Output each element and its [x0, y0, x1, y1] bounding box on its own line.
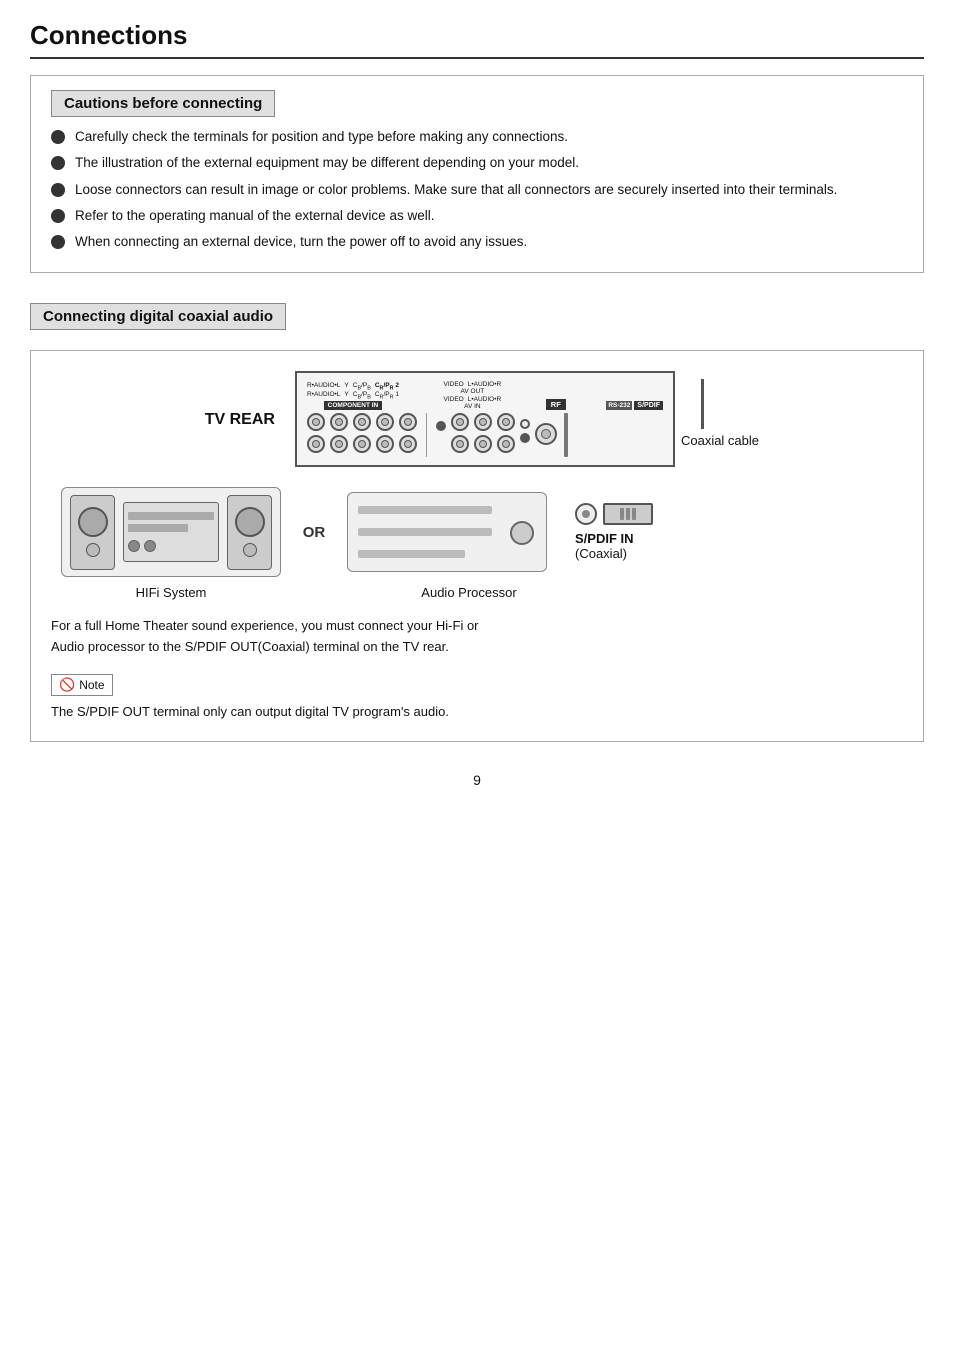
processor-bar-3 — [358, 550, 465, 558]
speaker-tweeter — [243, 543, 257, 557]
coaxial-side: Coaxial cable — [681, 371, 759, 448]
small-dot-port — [436, 421, 446, 431]
page-title: Connections — [30, 20, 924, 59]
spdif-in-label: S/PDIF IN — [575, 531, 634, 546]
bullet-icon — [51, 183, 65, 197]
note-box: 🚫 Note The S/PDIF OUT terminal only can … — [51, 674, 903, 722]
caution-item-4: Refer to the operating manual of the ext… — [51, 206, 903, 226]
spdif-block-connector — [603, 503, 653, 525]
audio-processor — [347, 492, 547, 572]
rs232-label: RS-232 — [606, 401, 632, 410]
cautions-header: Cautions before connecting — [51, 90, 275, 117]
spdif-pin-2 — [626, 508, 630, 520]
processor-bar-2 — [358, 528, 492, 536]
bullet-icon — [51, 235, 65, 249]
amp-unit — [123, 502, 219, 562]
tv-rear-panel: R•AUDIO•LYCB/PBCR/PR 2 R•AUDIO•LYCB/PBCR… — [295, 371, 675, 467]
coaxial-cable-label: Coaxial cable — [681, 433, 759, 448]
coaxial-wire — [701, 379, 704, 429]
rf-port — [535, 423, 557, 445]
hifi-system — [61, 487, 281, 577]
spdif-pin-3 — [632, 508, 636, 520]
bullet-icon — [51, 156, 65, 170]
av-ports — [451, 413, 515, 453]
audio-processor-label: Audio Processor — [369, 585, 569, 600]
indicator-area — [520, 419, 530, 443]
spdif-inner — [582, 510, 590, 518]
right-speaker — [227, 495, 272, 570]
rf-label: RF — [546, 399, 566, 410]
page-number: 9 — [30, 772, 924, 788]
processor-bar-1 — [358, 506, 492, 514]
devices-row: OR — [51, 487, 903, 577]
cautions-section: Cautions before connecting Carefully che… — [30, 75, 924, 273]
tv-rear-area: TV REAR R•AUDIO•LYCB/PBCR/PR 2 R•AUDIO•L… — [51, 371, 903, 467]
note-icon: 🚫 — [59, 677, 75, 693]
connecting-header: Connecting digital coaxial audio — [30, 303, 286, 330]
note-label: 🚫 Note — [51, 674, 113, 696]
bullet-icon — [51, 130, 65, 144]
or-label: OR — [299, 524, 329, 541]
processor-knob — [510, 521, 534, 545]
speaker-cone — [235, 507, 265, 537]
caption-text: For a full Home Theater sound experience… — [51, 616, 903, 658]
left-speaker — [70, 495, 115, 570]
caution-item-2: The illustration of the external equipme… — [51, 153, 903, 173]
component-in-label: COMPONENT IN — [324, 401, 383, 410]
note-text: The S/PDIF OUT terminal only can output … — [51, 702, 903, 722]
speaker-cone — [78, 507, 108, 537]
spdif-connector: S/PDIF IN (Coaxial) — [575, 503, 653, 561]
spdif-port — [575, 503, 653, 525]
caution-item-3: Loose connectors can result in image or … — [51, 180, 903, 200]
diagram-box: TV REAR R•AUDIO•LYCB/PBCR/PR 2 R•AUDIO•L… — [30, 350, 924, 742]
spdif-panel-label: S/PDIF — [634, 401, 663, 410]
hifi-system-label: HIFi System — [61, 585, 281, 600]
device-labels: HIFi System Audio Processor — [51, 585, 903, 600]
spdif-coaxial-label: (Coaxial) — [575, 546, 627, 561]
port-area — [307, 413, 663, 457]
speaker-tweeter — [86, 543, 100, 557]
connecting-section: Connecting digital coaxial audio TV REAR… — [30, 303, 924, 742]
component-in-ports — [307, 413, 417, 453]
rs232-spdif-strip — [564, 413, 568, 457]
caution-item-5: When connecting an external device, turn… — [51, 232, 903, 252]
tv-rear-label: TV REAR — [195, 411, 275, 429]
panel-divider — [426, 413, 427, 457]
spdif-pin-1 — [620, 508, 624, 520]
bullet-icon — [51, 209, 65, 223]
caution-item-1: Carefully check the terminals for positi… — [51, 127, 903, 147]
spdif-circle-port — [575, 503, 597, 525]
cautions-list: Carefully check the terminals for positi… — [51, 127, 903, 252]
